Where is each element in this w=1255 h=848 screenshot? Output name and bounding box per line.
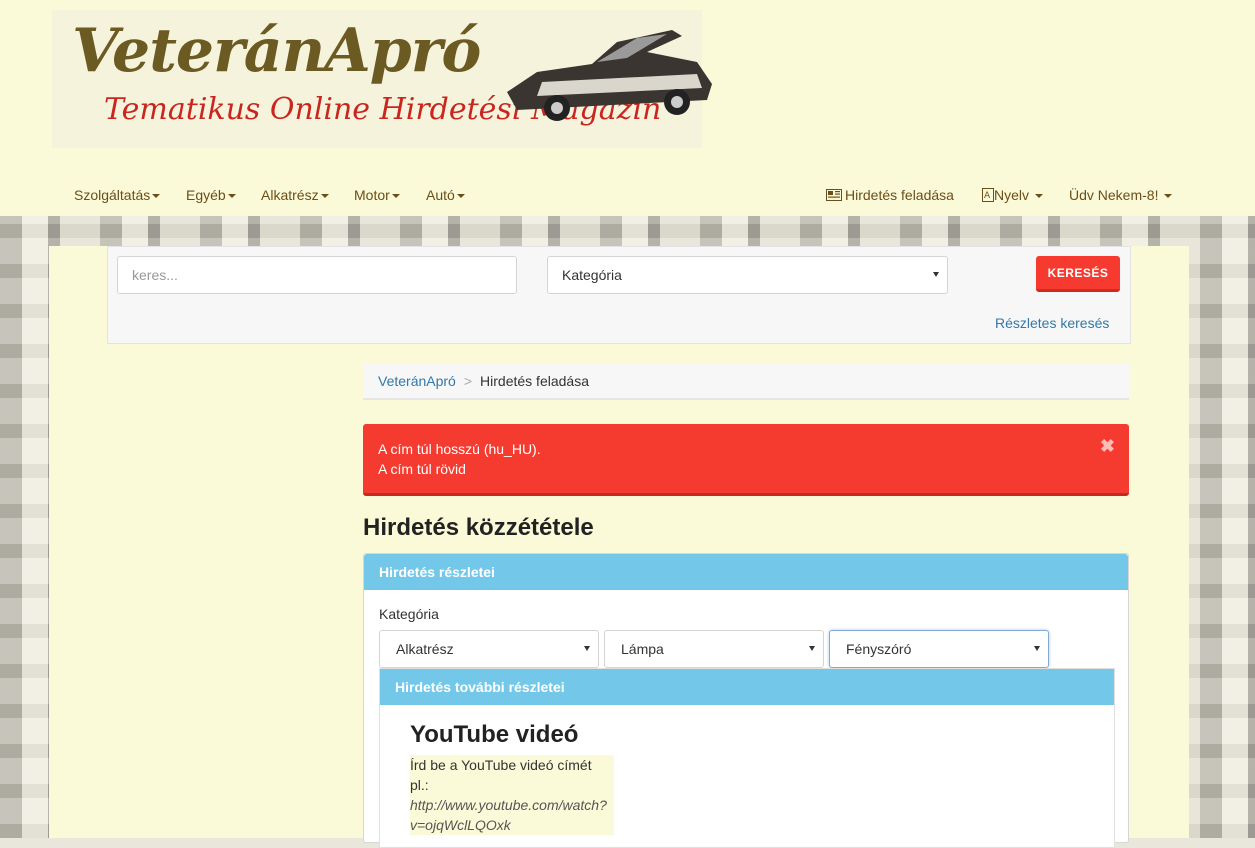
main-nav: Szolgáltatás Egyéb Alkatrész Motor Autó … <box>0 178 1255 214</box>
subpanel-title: Hirdetés további részletei <box>380 669 1114 705</box>
category-select-3[interactable]: Fényszóró <box>829 630 1049 668</box>
category-select-2[interactable]: Lámpa <box>604 630 824 668</box>
nav-label: Alkatrész <box>261 187 319 203</box>
caret-down-icon <box>152 194 161 199</box>
close-icon[interactable]: ✖ <box>1100 436 1115 456</box>
select-value: Kategória <box>562 267 622 283</box>
youtube-help-label: Írd be a YouTube videó címét pl.: <box>410 757 592 793</box>
youtube-help-text: Írd be a YouTube videó címét pl.: http:/… <box>410 755 614 835</box>
page-title: Hirdetés közzététele <box>363 514 594 541</box>
nav-szolgaltatas[interactable]: Szolgáltatás <box>74 187 161 203</box>
breadcrumb: VeteránApró > Hirdetés feladása <box>363 364 1129 400</box>
nav-egyeb[interactable]: Egyéb <box>186 187 236 203</box>
nav-label: Hirdetés feladása <box>845 187 954 203</box>
nav-label: Egyéb <box>186 187 226 203</box>
logo-title: VeteránApró <box>72 16 481 86</box>
ad-extra-details-panel: Hirdetés további részletei YouTube videó… <box>379 668 1115 848</box>
select-value: Fényszóró <box>846 641 912 657</box>
caret-down-icon <box>1034 194 1043 199</box>
nav-label: Nyelv <box>994 187 1030 203</box>
nav-language[interactable]: A Nyelv <box>982 187 1043 203</box>
nav-label: Szolgáltatás <box>74 187 151 203</box>
category-select-1[interactable]: Alkatrész <box>379 630 599 668</box>
nav-label: Autó <box>426 187 455 203</box>
search-placeholder: keres... <box>132 267 178 283</box>
caret-down-icon <box>1164 194 1173 199</box>
panel-title: Hirdetés részletei <box>364 554 1128 590</box>
chevron-down-icon <box>933 272 939 277</box>
header: VeteránApró Tematikus Online Hirdetési M… <box>0 0 1255 216</box>
nav-user[interactable]: Üdv Nekem-8! <box>1069 187 1173 203</box>
newspaper-icon <box>826 189 842 201</box>
category-label: Kategória <box>379 606 439 622</box>
search-button[interactable]: KERESÉS <box>1036 256 1120 292</box>
search-category-select[interactable]: Kategória <box>547 256 948 294</box>
ad-details-panel: Hirdetés részletei Kategória Alkatrész L… <box>363 553 1129 848</box>
svg-text:A: A <box>984 191 991 201</box>
nav-label: Motor <box>354 187 390 203</box>
select-value: Lámpa <box>621 641 664 657</box>
search-panel: keres... Kategória KERESÉS Részletes ker… <box>107 246 1131 344</box>
breadcrumb-current: Hirdetés feladása <box>480 373 589 389</box>
nav-alkatresz[interactable]: Alkatrész <box>261 187 329 203</box>
nav-label: Üdv Nekem-8! <box>1069 187 1159 203</box>
caret-down-icon <box>227 194 236 199</box>
nav-post-ad[interactable]: Hirdetés feladása <box>826 187 954 203</box>
breadcrumb-separator: > <box>463 373 473 389</box>
alert-message: A cím túl rövid <box>378 461 466 477</box>
chevron-down-icon <box>809 646 815 651</box>
vintage-car-icon <box>507 30 712 121</box>
error-alert: A cím túl hosszú (hu_HU). A cím túl rövi… <box>363 424 1129 496</box>
nav-motor[interactable]: Motor <box>354 187 400 203</box>
site-logo[interactable]: VeteránApró Tematikus Online Hirdetési M… <box>52 10 712 148</box>
youtube-example-url: http://www.youtube.com/watch?v=ojqWclLQO… <box>410 797 607 833</box>
chevron-down-icon <box>1034 646 1040 651</box>
main-content: keres... Kategória KERESÉS Részletes ker… <box>49 246 1189 848</box>
nav-auto[interactable]: Autó <box>426 187 465 203</box>
select-value: Alkatrész <box>396 641 454 657</box>
advanced-search-link[interactable]: Részletes keresés <box>995 315 1109 331</box>
alert-message: A cím túl hosszú (hu_HU). <box>378 441 541 457</box>
caret-down-icon <box>391 194 400 199</box>
search-input[interactable]: keres... <box>117 256 517 294</box>
chevron-down-icon <box>584 646 590 651</box>
caret-down-icon <box>456 194 465 199</box>
language-icon: A <box>982 188 994 202</box>
youtube-heading: YouTube videó <box>410 721 579 748</box>
caret-down-icon <box>320 194 329 199</box>
breadcrumb-home[interactable]: VeteránApró <box>378 373 456 389</box>
